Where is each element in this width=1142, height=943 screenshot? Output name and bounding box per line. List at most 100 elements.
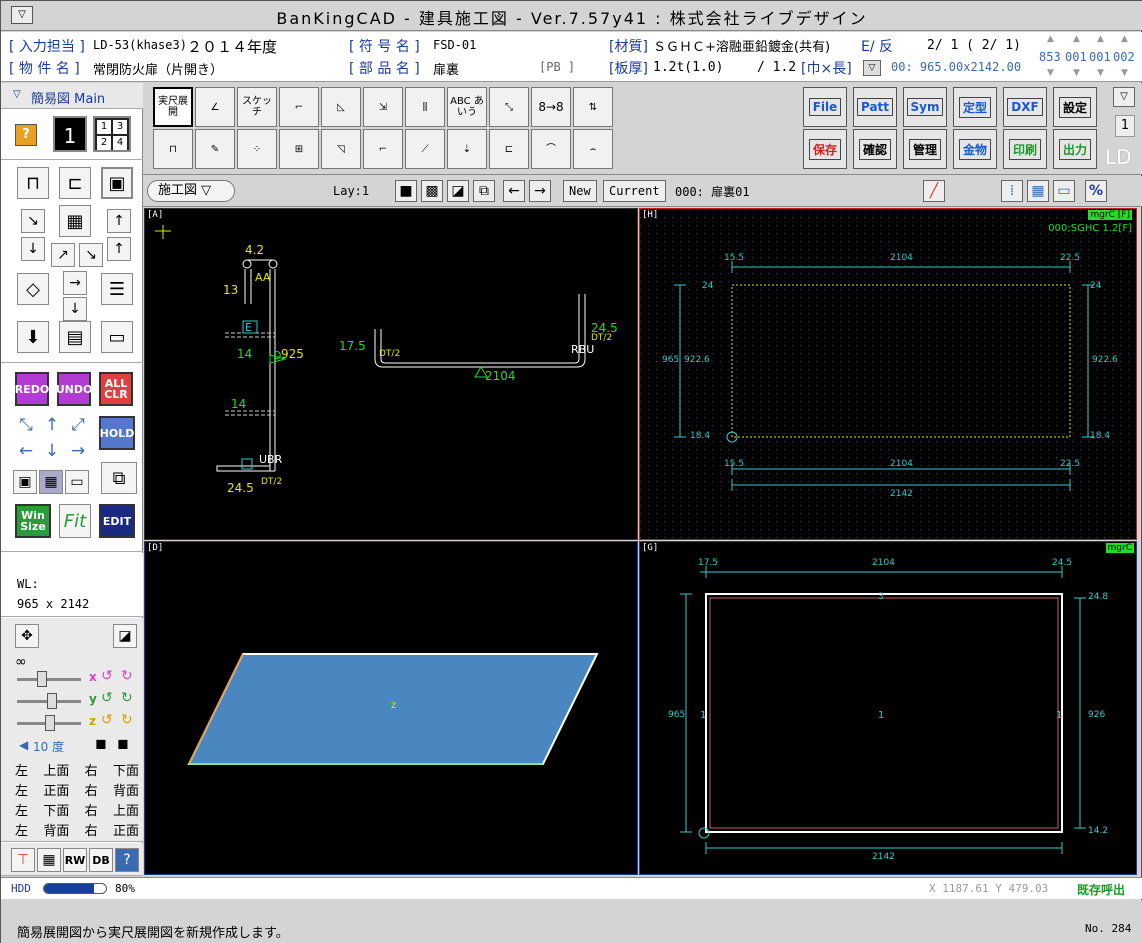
save-button[interactable]: 保存 [803, 129, 847, 169]
view-r1-c2[interactable]: 上面 [43, 760, 69, 780]
swap-icon[interactable]: ⇅ [573, 87, 613, 127]
rw-button[interactable]: RW [63, 848, 87, 872]
arrow-up-tool[interactable]: ↑ [107, 209, 131, 233]
material-value[interactable]: ＳＧＨＣ+溶融亜鉛鍍金(共有) [653, 36, 830, 55]
x-rotate-cw-icon[interactable]: ↻ [121, 668, 133, 684]
quad-view-button[interactable]: 1 3 2 4 [93, 116, 131, 152]
arrow-ne-tool[interactable]: ↗ [51, 243, 75, 267]
box-view-icon[interactable]: ◼ [95, 736, 107, 752]
toolbar-menu-button[interactable]: ▽ [1113, 87, 1135, 107]
text-input-button[interactable]: ABC あいう [447, 87, 487, 127]
corner-cut-icon[interactable]: ◺ [321, 87, 361, 127]
front-back-toggle[interactable]: E/ 反 [861, 36, 893, 56]
all-clear-button[interactable]: ALL CLR [99, 372, 133, 406]
hardware-button[interactable]: 金物 [953, 129, 997, 169]
redo-button[interactable]: REDO [15, 372, 49, 406]
undo-button[interactable]: UNDO [56, 372, 92, 406]
degree-value[interactable]: 10 度 [33, 738, 64, 755]
percent-button[interactable]: % [1085, 180, 1107, 202]
settings-button[interactable]: 設定 [1053, 87, 1097, 127]
y-rotate-ccw-icon[interactable]: ↺ [101, 690, 113, 706]
path-icon[interactable]: ⌒ [531, 129, 571, 169]
pane-a-profile[interactable]: [A] 4.2 AA 13 E 14 D 925 14 UBR DT/2 24.… [144, 208, 638, 540]
part-value[interactable]: 扉裏 [433, 59, 459, 78]
arrow-diag-tool[interactable]: ↘ [21, 209, 45, 233]
angle-tool-icon[interactable]: ∠ [195, 87, 235, 127]
z-rotate-cw-icon[interactable]: ↻ [121, 712, 133, 728]
arrow-right-tool[interactable]: → [63, 271, 87, 295]
number-icon[interactable]: 8→8 [531, 87, 571, 127]
counter-1[interactable]: 853 [1039, 50, 1061, 64]
help-button[interactable]: ? [15, 124, 37, 146]
print-button[interactable]: 印刷 [1003, 129, 1047, 169]
input-value[interactable]: LD-53(khase3) [93, 38, 187, 52]
x-slider-track[interactable] [17, 678, 81, 681]
stair-icon[interactable]: ⊏ [489, 129, 529, 169]
zoom-in-icon[interactable]: ⤢ [67, 414, 89, 436]
pane-h-plan[interactable]: mgrC [F] 000;SGHC 1.2[F] [H] 15.5 2104 2… [639, 208, 1137, 540]
profile-b-tool[interactable]: ⊏ [59, 167, 91, 199]
rotate-3d-icon[interactable]: ✥ [15, 624, 39, 648]
bend-mark-icon[interactable]: ⇣ [447, 129, 487, 169]
fill-black-icon[interactable]: ■ [395, 180, 417, 202]
view-r2-c1[interactable]: 左 [15, 780, 28, 800]
arrow-up2-tool[interactable]: ↑ [107, 237, 131, 261]
fill-hatch-icon[interactable]: ▩ [421, 180, 443, 202]
x-rotate-ccw-icon[interactable]: ↺ [101, 668, 113, 684]
counter-4[interactable]: 002 [1113, 50, 1135, 64]
manage-button[interactable]: 管理 [903, 129, 947, 169]
single-view-button[interactable]: 1 [53, 116, 87, 152]
output-button[interactable]: 出力 [1053, 129, 1097, 169]
grid-dots-icon[interactable]: ⁞ [1001, 180, 1023, 202]
view-r2-c4[interactable]: 背面 [113, 780, 139, 800]
profile-a-tool[interactable]: ⊓ [17, 167, 49, 199]
x-slider-handle[interactable] [37, 671, 47, 687]
view-r3-c3[interactable]: 右 [85, 800, 98, 820]
code-value[interactable]: FSD-01 [433, 38, 476, 52]
pan-down-icon[interactable]: ↓ [41, 440, 63, 462]
pan-left-icon[interactable]: ← [15, 440, 37, 462]
split-panel-icon[interactable]: ⊞ [279, 129, 319, 169]
view-r2-c2[interactable]: 正面 [43, 780, 69, 800]
pan-right-icon[interactable]: → [67, 440, 89, 462]
notch-icon[interactable]: ◹ [321, 129, 361, 169]
pencil-icon[interactable]: ✎ [195, 129, 235, 169]
fill-quarter-icon[interactable]: ◪ [447, 180, 469, 202]
fit-icon[interactable]: Fit [59, 504, 91, 538]
mode-selector[interactable]: ▽ 簡易図 Main [1, 83, 143, 109]
view-r3-c2[interactable]: 下面 [43, 800, 69, 820]
diagonal-icon[interactable]: ⟋ [405, 129, 445, 169]
step-profile-icon[interactable]: ⌐ [279, 87, 319, 127]
reset-view-icon[interactable]: ◪ [113, 624, 137, 648]
weld-icon[interactable]: ⌢ [573, 129, 613, 169]
size-dropdown-button[interactable]: ▽ [863, 60, 881, 76]
dxf-button[interactable]: DXF [1003, 87, 1047, 127]
view-r3-c4[interactable]: 上面 [113, 800, 139, 820]
y-rotate-cw-icon[interactable]: ↻ [121, 690, 133, 706]
side-number[interactable]: 1 [1115, 115, 1135, 137]
z-slider-handle[interactable] [45, 715, 55, 731]
view-r3-c1[interactable]: 左 [15, 800, 28, 820]
sketch-button[interactable]: スケッチ [237, 87, 277, 127]
list-tool[interactable]: ☰ [101, 273, 133, 305]
view-r4-c4[interactable]: 正面 [113, 820, 139, 840]
prev-arrow-icon[interactable]: ← [503, 180, 525, 202]
copy-view-icon[interactable]: ⧉ [101, 462, 137, 494]
rotate-tool[interactable]: ◇ [17, 273, 49, 305]
view-window-icon[interactable]: ▭ [65, 470, 89, 494]
view-r1-c3[interactable]: 右 [85, 760, 98, 780]
template-button[interactable]: 定型 [953, 87, 997, 127]
panel-tool[interactable]: ▤ [59, 321, 91, 353]
real-scale-expand-button[interactable]: 実尺展開 [153, 87, 193, 127]
counter-2[interactable]: 001 [1065, 50, 1087, 64]
pan-up-icon[interactable]: ↑ [41, 414, 63, 436]
press-tool[interactable]: ⬇ [17, 321, 49, 353]
view-r4-c2[interactable]: 背面 [43, 820, 69, 840]
current-button[interactable]: Current [603, 180, 666, 202]
line-color-icon[interactable]: ╱ [923, 180, 945, 202]
calculator-icon[interactable]: ▦ [37, 848, 61, 872]
pane-d-3d[interactable]: [D] z [144, 541, 638, 875]
hinge-icon[interactable]: ⫼ [405, 87, 445, 127]
hold-button[interactable]: HOLD [99, 416, 135, 450]
db-button[interactable]: DB [89, 848, 113, 872]
